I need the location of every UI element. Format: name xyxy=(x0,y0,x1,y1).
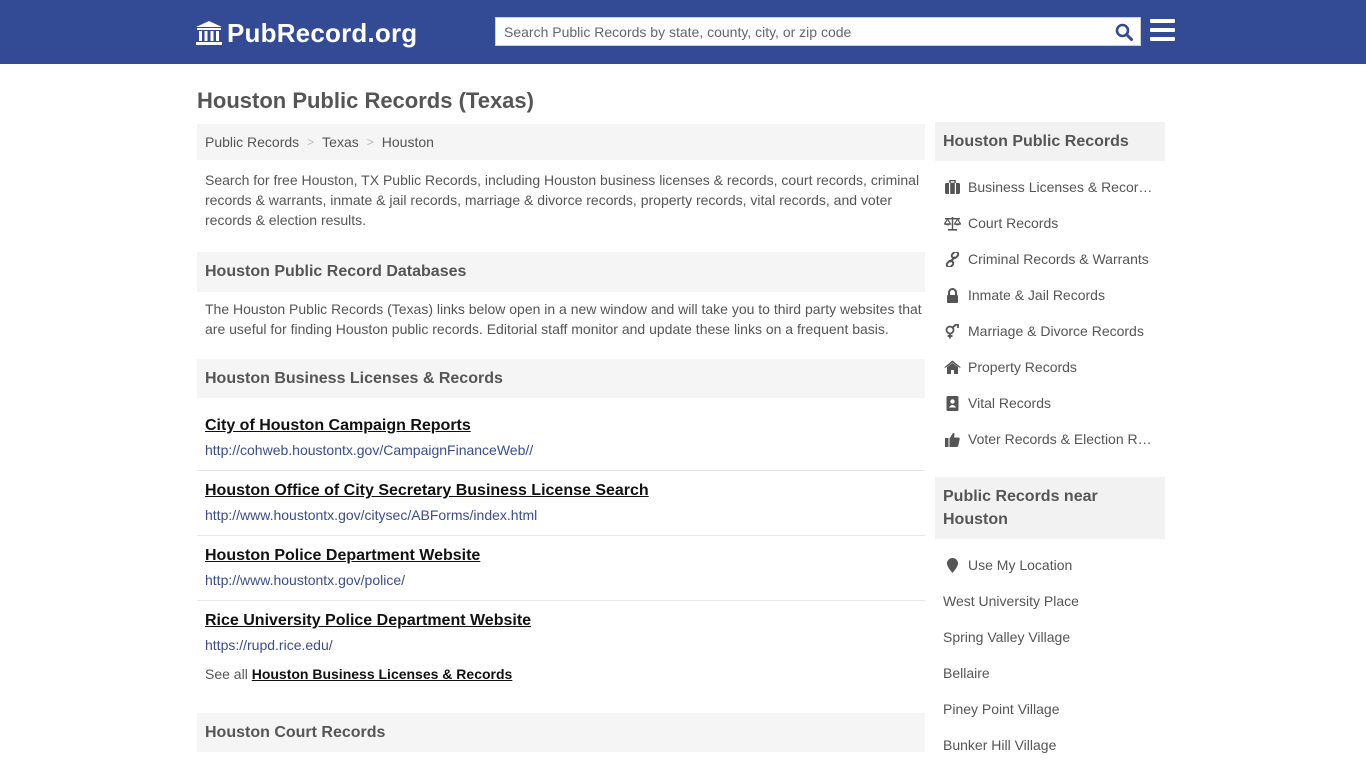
record-title-link[interactable]: City of Houston Campaign Reports xyxy=(205,416,925,436)
address-book-icon xyxy=(943,395,961,411)
databases-description: The Houston Public Records (Texas) links… xyxy=(205,301,922,337)
business-heading: Houston Business Licenses & Records xyxy=(197,359,925,398)
divider xyxy=(197,535,925,536)
sidebar-item-criminal[interactable]: Criminal Records & Warrants xyxy=(943,249,1149,269)
sidebar-item-label: Inmate & Jail Records xyxy=(968,287,1105,303)
court-heading: Houston Court Records xyxy=(197,713,925,752)
sidebar-item-marriage[interactable]: Marriage & Divorce Records xyxy=(943,321,1144,341)
thumbs-up-icon xyxy=(943,431,961,447)
search-button[interactable] xyxy=(1108,18,1140,45)
record-url-link[interactable]: http://cohweb.houstontx.gov/CampaignFina… xyxy=(205,441,925,459)
near-place-link[interactable]: Bunker Hill Village xyxy=(943,737,1056,753)
sidebar-near-heading: Public Records near Houston xyxy=(935,477,1165,539)
use-my-location-label: Use My Location xyxy=(968,557,1073,573)
breadcrumb-houston[interactable]: Houston xyxy=(382,134,434,150)
page-title: Houston Public Records (Texas) xyxy=(197,88,534,113)
link-icon xyxy=(943,251,961,267)
record-url-link[interactable]: https://rupd.rice.edu/ xyxy=(205,636,925,654)
sidebar-item-label: Business Licenses & Records xyxy=(968,179,1153,195)
record-url-link[interactable]: http://www.houstontx.gov/police/ xyxy=(205,571,925,589)
near-place-link[interactable]: Bellaire xyxy=(943,665,990,681)
search-icon xyxy=(1115,23,1133,41)
sidebar-item-property[interactable]: Property Records xyxy=(943,357,1077,377)
breadcrumb-separator: > xyxy=(307,135,315,149)
map-pin-icon xyxy=(943,557,961,573)
lock-icon xyxy=(943,287,961,303)
record-item: Houston Police Department Website http:/… xyxy=(197,546,925,589)
sidebar-records-heading: Houston Public Records xyxy=(935,122,1165,161)
sidebar-item-label: Property Records xyxy=(968,359,1077,375)
divider xyxy=(197,600,925,601)
hamburger-menu-icon[interactable] xyxy=(1150,19,1175,41)
see-all-row: See all Houston Business Licenses & Reco… xyxy=(205,666,512,682)
record-title-link[interactable]: Rice University Police Department Websit… xyxy=(205,611,925,631)
sidebar-item-inmate[interactable]: Inmate & Jail Records xyxy=(943,285,1105,305)
sidebar-item-court[interactable]: Court Records xyxy=(943,213,1058,233)
search-input[interactable] xyxy=(496,18,1108,45)
search-bar xyxy=(495,17,1141,46)
site-logo[interactable]: PubRecord.org xyxy=(195,16,417,50)
breadcrumb: Public Records > Texas > Houston xyxy=(197,124,925,160)
sidebar-item-business[interactable]: Business Licenses & Records xyxy=(943,177,1153,197)
see-all-prefix: See all xyxy=(205,666,248,682)
databases-heading: Houston Public Record Databases xyxy=(197,252,925,292)
record-url-link[interactable]: http://www.houstontx.gov/citysec/ABForms… xyxy=(205,506,925,524)
gender-icon xyxy=(943,323,961,339)
see-all-link[interactable]: Houston Business Licenses & Records xyxy=(252,666,513,682)
briefcase-icon xyxy=(943,179,961,195)
near-place-link[interactable]: Spring Valley Village xyxy=(943,629,1070,645)
sidebar-item-voter[interactable]: Voter Records & Election Results xyxy=(943,429,1153,449)
breadcrumb-separator: > xyxy=(366,135,374,149)
near-place-link[interactable]: Piney Point Village xyxy=(943,701,1059,717)
sidebar-item-label: Court Records xyxy=(968,215,1059,231)
home-icon xyxy=(943,359,961,375)
sidebar-item-label: Vital Records xyxy=(968,395,1052,411)
record-title-link[interactable]: Houston Police Department Website xyxy=(205,546,925,566)
record-item: City of Houston Campaign Reports http://… xyxy=(197,416,925,459)
divider xyxy=(197,470,925,471)
courthouse-icon xyxy=(196,21,222,45)
sidebar-item-label: Criminal Records & Warrants xyxy=(968,251,1149,267)
intro-text: Search for free Houston, TX Public Recor… xyxy=(205,172,920,228)
breadcrumb-public-records[interactable]: Public Records xyxy=(205,134,299,150)
top-header: PubRecord.org xyxy=(0,0,1366,64)
record-title-link[interactable]: Houston Office of City Secretary Busines… xyxy=(205,481,925,501)
record-item: Houston Office of City Secretary Busines… xyxy=(197,481,925,524)
logo-text: PubRecord.org xyxy=(227,17,418,48)
sidebar-item-label: Marriage & Divorce Records xyxy=(968,323,1144,339)
sidebar-item-label: Voter Records & Election Results xyxy=(968,431,1153,447)
near-place-link[interactable]: West University Place xyxy=(943,593,1079,609)
sidebar-item-vital[interactable]: Vital Records xyxy=(943,393,1051,413)
use-my-location-link[interactable]: Use My Location xyxy=(943,555,1072,575)
breadcrumb-texas[interactable]: Texas xyxy=(322,134,359,150)
record-item: Rice University Police Department Websit… xyxy=(197,611,925,654)
scale-icon xyxy=(943,215,961,231)
